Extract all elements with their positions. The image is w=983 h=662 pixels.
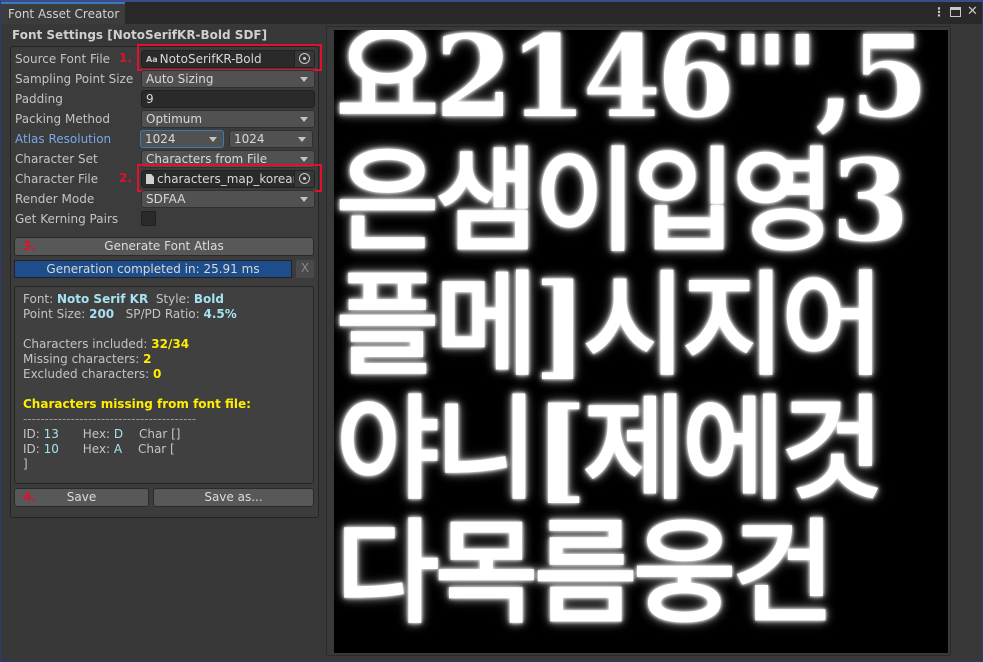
excluded-value: 0 bbox=[153, 367, 162, 381]
sampling-point-size-label: Sampling Point Size bbox=[15, 72, 134, 86]
id-value: 10 bbox=[43, 442, 59, 456]
kerning-checkbox[interactable] bbox=[141, 211, 156, 226]
tab-font-asset-creator[interactable]: Font Asset Creator bbox=[1, 2, 125, 24]
generate-font-atlas-label: Generate Font Atlas bbox=[104, 239, 224, 253]
generate-font-atlas-button[interactable]: 3. Generate Font Atlas bbox=[14, 237, 314, 256]
padding-input[interactable]: 9 bbox=[141, 90, 315, 108]
point-size-label: Point Size: bbox=[23, 307, 90, 321]
excluded-label: Excluded characters: bbox=[23, 367, 154, 381]
missing-char-row: ID: 13 Hex: D Char [] bbox=[23, 427, 180, 442]
chevron-down-icon bbox=[298, 137, 306, 142]
atlas-width-dropdown[interactable]: 1024 bbox=[140, 130, 224, 148]
step-2-marker: 2. bbox=[119, 171, 132, 185]
hex-value: A bbox=[113, 442, 123, 456]
id-value: 13 bbox=[43, 427, 59, 441]
atlas-glyph-row: 요2146"',5 bbox=[336, 30, 928, 143]
packing-method-dropdown[interactable]: Optimum bbox=[141, 110, 315, 128]
save-label: Save bbox=[66, 490, 97, 504]
ratio-label: SP/PD Ratio: bbox=[125, 307, 204, 321]
font-label: Font: bbox=[23, 292, 57, 306]
progress-close-button[interactable]: X bbox=[296, 260, 314, 278]
trailing-bracket: ] bbox=[23, 457, 28, 471]
hex-value: D bbox=[113, 427, 124, 441]
chevron-down-icon bbox=[300, 197, 308, 202]
kerning-label: Get Kerning Pairs bbox=[15, 212, 119, 226]
save-as-button[interactable]: Save as... bbox=[153, 488, 314, 507]
atlas-height-value: 1024 bbox=[234, 132, 265, 146]
atlas-height-dropdown[interactable]: 1024 bbox=[229, 130, 313, 148]
step-4-marker: 4. bbox=[23, 490, 36, 504]
hex-label: Hex: bbox=[82, 442, 114, 456]
hex-label: Hex: bbox=[82, 427, 114, 441]
character-set-label: Character Set bbox=[15, 152, 98, 166]
generation-progress-bar: Generation completed in: 25.91 ms bbox=[14, 260, 292, 278]
separator: ---------------------------------------- bbox=[23, 412, 197, 426]
included-line: Characters included: 32/34 bbox=[23, 337, 189, 352]
render-mode-value: SDFAA bbox=[146, 192, 186, 206]
char-label: Char [ bbox=[137, 442, 175, 456]
kerning-row: Get Kerning Pairs bbox=[15, 210, 313, 228]
chevron-down-icon bbox=[300, 77, 308, 82]
sampling-point-size-dropdown[interactable]: Auto Sizing bbox=[141, 70, 315, 88]
atlas-resolution-row: Atlas Resolution 1024 1024 bbox=[15, 130, 313, 148]
point-size-line: Point Size: 200 SP/PD Ratio: 4.5% bbox=[23, 307, 237, 322]
font-asset-creator-window: Font Asset Creator ⋮ ✕ Font Settings [No… bbox=[0, 0, 983, 662]
packing-method-value: Optimum bbox=[146, 112, 203, 126]
source-font-file-label: Source Font File bbox=[15, 52, 111, 66]
atlas-preview-panel: 요2146"',5 은샘이입영3 플메]시지어 야니[제에것 다목름웅건 bbox=[326, 26, 951, 656]
font-info-line: Font: Noto Serif KR Style: Bold bbox=[23, 292, 224, 307]
chevron-down-icon bbox=[300, 157, 308, 162]
step-3-marker: 3. bbox=[23, 239, 36, 253]
more-options-icon[interactable]: ⋮ bbox=[933, 5, 945, 19]
style-value: Bold bbox=[193, 292, 224, 306]
missing-value: 2 bbox=[143, 352, 152, 366]
chevron-down-icon bbox=[209, 137, 217, 142]
ratio-value: 4.5% bbox=[203, 307, 237, 321]
sampling-point-size-value: Auto Sizing bbox=[146, 72, 214, 86]
atlas-width-value: 1024 bbox=[145, 132, 176, 146]
id-label: ID: bbox=[23, 427, 44, 441]
id-label: ID: bbox=[23, 442, 44, 456]
section-title: Font Settings [NotoSerifKR-Bold SDF] bbox=[12, 28, 268, 42]
point-size-value: 200 bbox=[89, 307, 115, 321]
atlas-resolution-label: Atlas Resolution bbox=[15, 132, 112, 146]
highlight-box-2 bbox=[137, 164, 322, 192]
atlas-glyph-row: 야니[제에것 bbox=[336, 384, 884, 515]
missing-header: Characters missing from font file: bbox=[23, 397, 251, 411]
character-file-label: Character File bbox=[15, 172, 99, 186]
padding-row: Padding 9 bbox=[15, 90, 315, 108]
atlas-glyph-row: 플메]시지어 bbox=[336, 260, 884, 391]
style-label: Style: bbox=[155, 292, 194, 306]
char-label: Char [] bbox=[138, 427, 181, 441]
render-mode-dropdown[interactable]: SDFAA bbox=[141, 190, 315, 208]
included-value: 32/34 bbox=[151, 337, 190, 351]
padding-label: Padding bbox=[15, 92, 63, 106]
render-mode-row: Render Mode SDFAA bbox=[15, 190, 315, 208]
highlight-box-1 bbox=[137, 44, 322, 71]
step-1-marker: 1. bbox=[119, 51, 132, 65]
maximize-icon[interactable] bbox=[950, 7, 961, 17]
atlas-glyph-row: 은샘이입영3 bbox=[336, 136, 909, 267]
missing-label: Missing characters: bbox=[23, 352, 144, 366]
font-value: Noto Serif KR bbox=[56, 292, 149, 306]
chevron-down-icon bbox=[300, 117, 308, 122]
excluded-line: Excluded characters: 0 bbox=[23, 367, 161, 382]
included-label: Characters included: bbox=[23, 337, 152, 351]
tab-bar: Font Asset Creator ⋮ ✕ bbox=[1, 2, 982, 24]
packing-method-label: Packing Method bbox=[15, 112, 110, 126]
font-info-box: Font: Noto Serif KR Style: Bold Point Si… bbox=[14, 286, 314, 484]
missing-line: Missing characters: 2 bbox=[23, 352, 152, 367]
save-button[interactable]: 4. Save bbox=[14, 488, 149, 507]
atlas-glyph-row: 다목름웅건 bbox=[336, 508, 835, 639]
packing-method-row: Packing Method Optimum bbox=[15, 110, 315, 128]
render-mode-label: Render Mode bbox=[15, 192, 95, 206]
close-icon[interactable]: ✕ bbox=[967, 5, 978, 19]
sampling-point-size-row: Sampling Point Size Auto Sizing bbox=[15, 70, 315, 88]
missing-char-row: ID: 10 Hex: A Char [ bbox=[23, 442, 175, 457]
font-atlas-texture: 요2146"',5 은샘이입영3 플메]시지어 야니[제에것 다목름웅건 bbox=[334, 30, 948, 653]
